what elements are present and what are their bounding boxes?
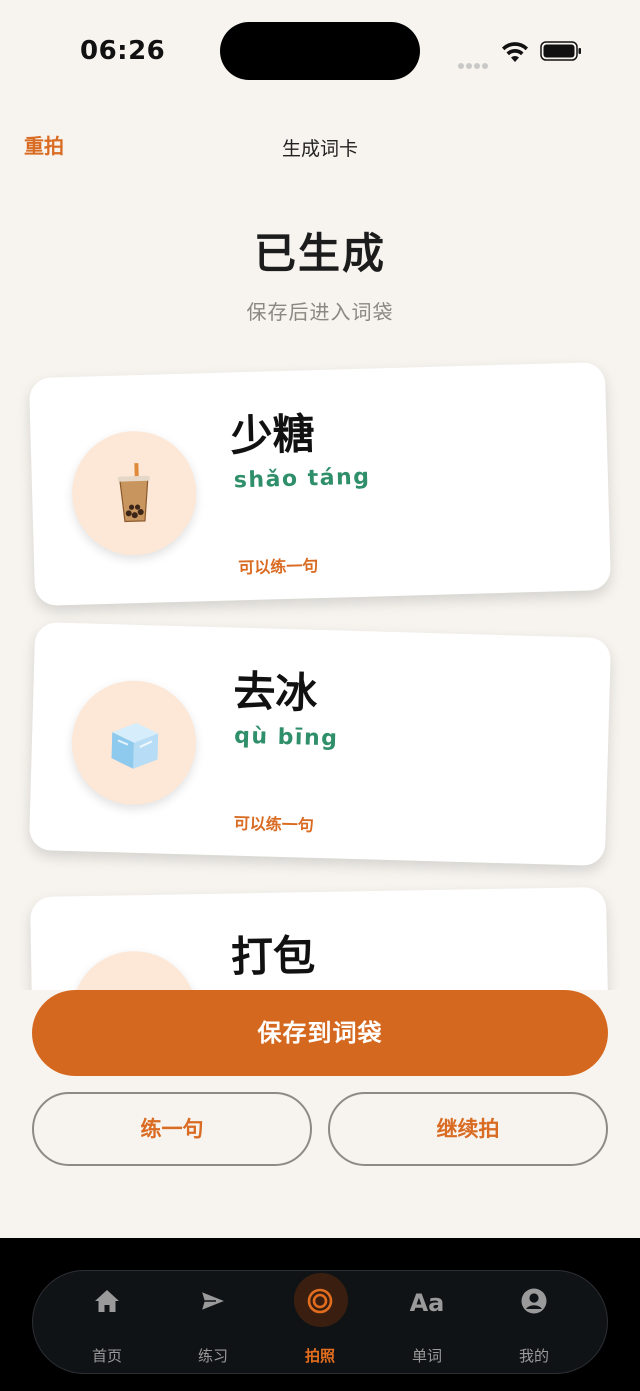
card-word: 打包 — [230, 931, 316, 982]
tab-words[interactable]: Aa 单词 — [377, 1271, 477, 1375]
word-card[interactable]: 打包 — [30, 886, 610, 990]
continue-shooting-button[interactable]: 继续拍 — [328, 1092, 608, 1166]
tab-bar: 首页 练习 拍照 Aa 单词 我的 — [32, 1270, 608, 1374]
card-word: 少糖 — [229, 409, 316, 461]
tab-words-label: 单词 — [411, 1347, 442, 1365]
takeout-box-icon — [71, 950, 198, 990]
tab-practice-label: 练习 — [197, 1347, 228, 1365]
tab-camera[interactable]: 拍照 — [270, 1271, 370, 1375]
tab-home[interactable]: 首页 — [57, 1271, 157, 1375]
page-title: 生成词卡 — [281, 138, 358, 160]
card-pinyin: shǎo táng — [233, 464, 371, 494]
battery-icon — [540, 41, 581, 61]
status-bar: 06:26 — [0, 0, 640, 100]
tab-profile[interactable]: 我的 — [484, 1271, 584, 1375]
bubble-tea-icon — [70, 429, 198, 557]
home-icon — [95, 1290, 119, 1312]
dynamic-island — [220, 22, 420, 80]
save-to-bag-button[interactable]: 保存到词袋 — [32, 990, 608, 1076]
tab-home-label: 首页 — [91, 1347, 122, 1365]
wifi-icon — [502, 42, 528, 62]
word-card[interactable]: 少糖 shǎo táng 可以练一句 — [28, 362, 612, 606]
card-practice-link[interactable]: 可以练一句 — [233, 810, 314, 836]
camera-ring-icon — [307, 1288, 333, 1314]
card-pinyin: qù bīng — [233, 723, 339, 752]
practice-sentence-button[interactable]: 练一句 — [32, 1092, 312, 1166]
generated-subtitle: 保存后进入词袋 — [246, 300, 394, 324]
words-aa-icon: Aa — [409, 1289, 445, 1317]
ice-cube-icon — [70, 679, 198, 807]
send-icon — [199, 1289, 227, 1313]
card-practice-link[interactable]: 可以练一句 — [238, 552, 319, 578]
generated-heading: 已生成 — [253, 229, 386, 278]
tab-profile-label: 我的 — [518, 1347, 549, 1365]
word-card-list[interactable]: 少糖 shǎo táng 可以练一句 去冰 qù bīng 可以练一句 打包 — [0, 350, 640, 990]
tab-camera-label: 拍照 — [304, 1347, 335, 1365]
status-time: 06:26 — [80, 36, 166, 66]
bottom-area: 首页 练习 拍照 Aa 单词 我的 — [0, 1238, 640, 1391]
tab-practice[interactable]: 练习 — [163, 1271, 263, 1375]
cellular-signal-icon — [458, 54, 492, 69]
word-card[interactable]: 去冰 qù bīng 可以练一句 — [28, 622, 612, 866]
profile-icon — [521, 1288, 547, 1314]
card-word: 去冰 — [232, 666, 319, 718]
